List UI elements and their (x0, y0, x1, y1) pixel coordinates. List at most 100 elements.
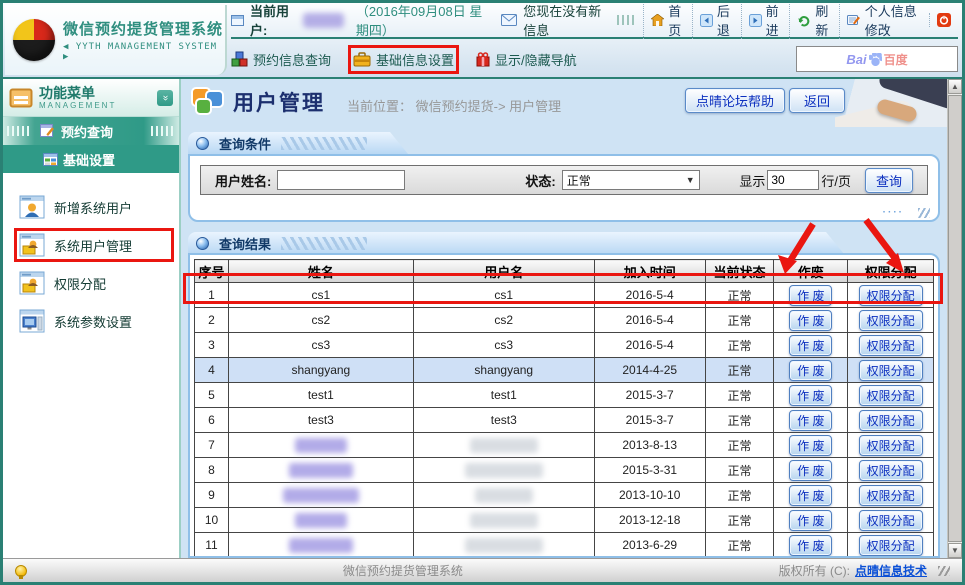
no-message-text: 您现在没有新信息 (523, 1, 611, 39)
footer-copyright: 版权所有 (C): 点晴信息技术 (779, 562, 950, 579)
window-icon (231, 15, 244, 26)
cell-invalidate: 作 废 (774, 433, 848, 458)
sidebar-title: 功能菜单 (39, 86, 116, 100)
topbar-link-label: 首页 (668, 1, 685, 39)
toolbar-item[interactable]: 显示/隐藏导航 (476, 50, 577, 69)
column-header: 加入时间 (594, 260, 705, 283)
chevron-double-icon: » (160, 95, 170, 101)
invalidate-button[interactable]: 作 废 (789, 460, 832, 481)
return-button[interactable]: 返回 (789, 88, 845, 113)
cell-no: 9 (195, 483, 229, 508)
sidebar-item[interactable]: 系统用户管理 (19, 233, 169, 257)
baidu-logo-du: 百度 (884, 51, 908, 68)
status-select[interactable]: 正常 ▼ (562, 170, 700, 190)
toolbar-item[interactable]: 预约信息查询 (231, 50, 331, 69)
topbar-link[interactable]: 前进 (741, 1, 790, 39)
scroll-down-button[interactable]: ▼ (948, 543, 962, 558)
vertical-scrollbar[interactable]: ▲ ▼ (947, 79, 962, 558)
invalidate-button[interactable]: 作 废 (789, 310, 832, 331)
sidebar-group-reservation[interactable]: 预约查询 (3, 117, 179, 145)
blurred-name (295, 513, 347, 528)
invalidate-button[interactable]: 作 废 (789, 360, 832, 381)
logout-button[interactable] (929, 13, 958, 27)
invalidate-button[interactable]: 作 废 (789, 535, 832, 556)
column-header: 当前状态 (705, 260, 774, 283)
invalidate-button[interactable]: 作 废 (789, 410, 832, 431)
topbar-link[interactable]: 首页 (643, 1, 692, 39)
cell-status: 正常 (705, 483, 774, 508)
assign-permission-button[interactable]: 权限分配 (859, 485, 923, 506)
invalidate-button[interactable]: 作 废 (789, 510, 832, 531)
footer-system-title: 微信预约提货管理系统 (27, 562, 779, 579)
brand-panel: 微信预约提货管理系统 ◀ YYTH MANAGEMENT SYSTEM ▶ (5, 5, 227, 75)
invalidate-button[interactable]: 作 废 (789, 335, 832, 356)
assign-permission-button[interactable]: 权限分配 (859, 360, 923, 381)
assign-permission-button[interactable]: 权限分配 (859, 435, 923, 456)
invalidate-button[interactable]: 作 废 (789, 285, 832, 306)
sidebar-group-basic-settings[interactable]: 基础设置 (3, 145, 179, 173)
table-row: 4shangyangshangyang2014-4-25正常作 废权限分配 (195, 358, 934, 383)
cell-join-date: 2015-3-7 (594, 383, 705, 408)
result-table-head-row: 序号姓名用户名加入时间当前状态作废权限分配 (195, 260, 934, 283)
assign-permission-button[interactable]: 权限分配 (859, 410, 923, 431)
gift-icon (476, 52, 490, 67)
invalidate-button[interactable]: 作 废 (789, 435, 832, 456)
add-user-icon (19, 195, 45, 219)
topbar-status-row: 当前用户: （2016年09月08日 星期四） 您现在没有新信息 首页后退前进刷… (231, 3, 958, 39)
assign-permission-button[interactable]: 权限分配 (859, 510, 923, 531)
topbar-link[interactable]: 后退 (692, 1, 741, 39)
forum-help-button[interactable]: 点晴论坛帮助 (685, 88, 785, 113)
edit-profile-icon (847, 14, 861, 27)
cell-assign: 权限分配 (848, 458, 934, 483)
sidebar-item[interactable]: 系统参数设置 (19, 309, 169, 333)
blurred-username (470, 438, 538, 453)
invalidate-button[interactable]: 作 废 (789, 485, 832, 506)
sidebar-item[interactable]: 新增系统用户 (19, 195, 169, 219)
cell-assign: 权限分配 (848, 508, 934, 533)
baidu-search-box[interactable]: Bai 百度 (796, 46, 958, 72)
user-name-input[interactable] (277, 170, 405, 190)
blurred-username (465, 538, 543, 553)
toolbar-item[interactable]: 基础信息设置 (353, 50, 454, 69)
assign-permission-button[interactable]: 权限分配 (859, 385, 923, 406)
rows-per-page-input[interactable] (767, 170, 819, 190)
cell-join-date: 2015-3-31 (594, 458, 705, 483)
cell-username (413, 533, 594, 558)
sidebar-items: 新增系统用户系统用户管理权限分配系统参数设置 (3, 173, 179, 333)
cell-assign: 权限分配 (848, 308, 934, 333)
status-select-value: 正常 (567, 172, 591, 189)
toolbox-icon (353, 52, 371, 67)
cell-assign: 权限分配 (848, 483, 934, 508)
blurred-username (465, 463, 543, 478)
assign-permission-button[interactable]: 权限分配 (859, 335, 923, 356)
sidebar-collapse-button[interactable]: » (157, 90, 173, 106)
copyright-link[interactable]: 点晴信息技术 (855, 562, 927, 579)
cell-name (228, 533, 413, 558)
scroll-up-button[interactable]: ▲ (948, 79, 962, 94)
table-row: 6test3test32015-3-7正常作 废权限分配 (195, 408, 934, 433)
cell-assign: 权限分配 (848, 358, 934, 383)
sidebar-item-label: 系统参数设置 (54, 312, 132, 331)
cubes-icon (231, 51, 248, 67)
column-header: 姓名 (228, 260, 413, 283)
topbar-link[interactable]: 刷新 (789, 1, 838, 39)
scrollbar-thumb[interactable] (948, 95, 962, 542)
cell-name (228, 458, 413, 483)
sidebar-item[interactable]: 权限分配 (19, 271, 169, 295)
blurred-username (475, 488, 533, 503)
assign-permission-button[interactable]: 权限分配 (859, 310, 923, 331)
cell-assign: 权限分配 (848, 333, 934, 358)
cell-username (413, 458, 594, 483)
query-panel-tab: 查询条件 (188, 132, 408, 154)
invalidate-button[interactable]: 作 废 (789, 385, 832, 406)
assign-permission-button[interactable]: 权限分配 (859, 460, 923, 481)
cell-invalidate: 作 废 (774, 358, 848, 383)
assign-permission-button[interactable]: 权限分配 (859, 285, 923, 306)
topbar-link[interactable]: 个人信息修改 (839, 1, 929, 39)
search-button[interactable]: 查询 (865, 168, 913, 193)
bulb-icon (15, 565, 27, 577)
assign-permission-button[interactable]: 权限分配 (859, 535, 923, 556)
chevron-down-icon: ▼ (686, 175, 695, 185)
cell-name (228, 483, 413, 508)
table-row: 1cs1cs12016-5-4正常作 废权限分配 (195, 283, 934, 308)
